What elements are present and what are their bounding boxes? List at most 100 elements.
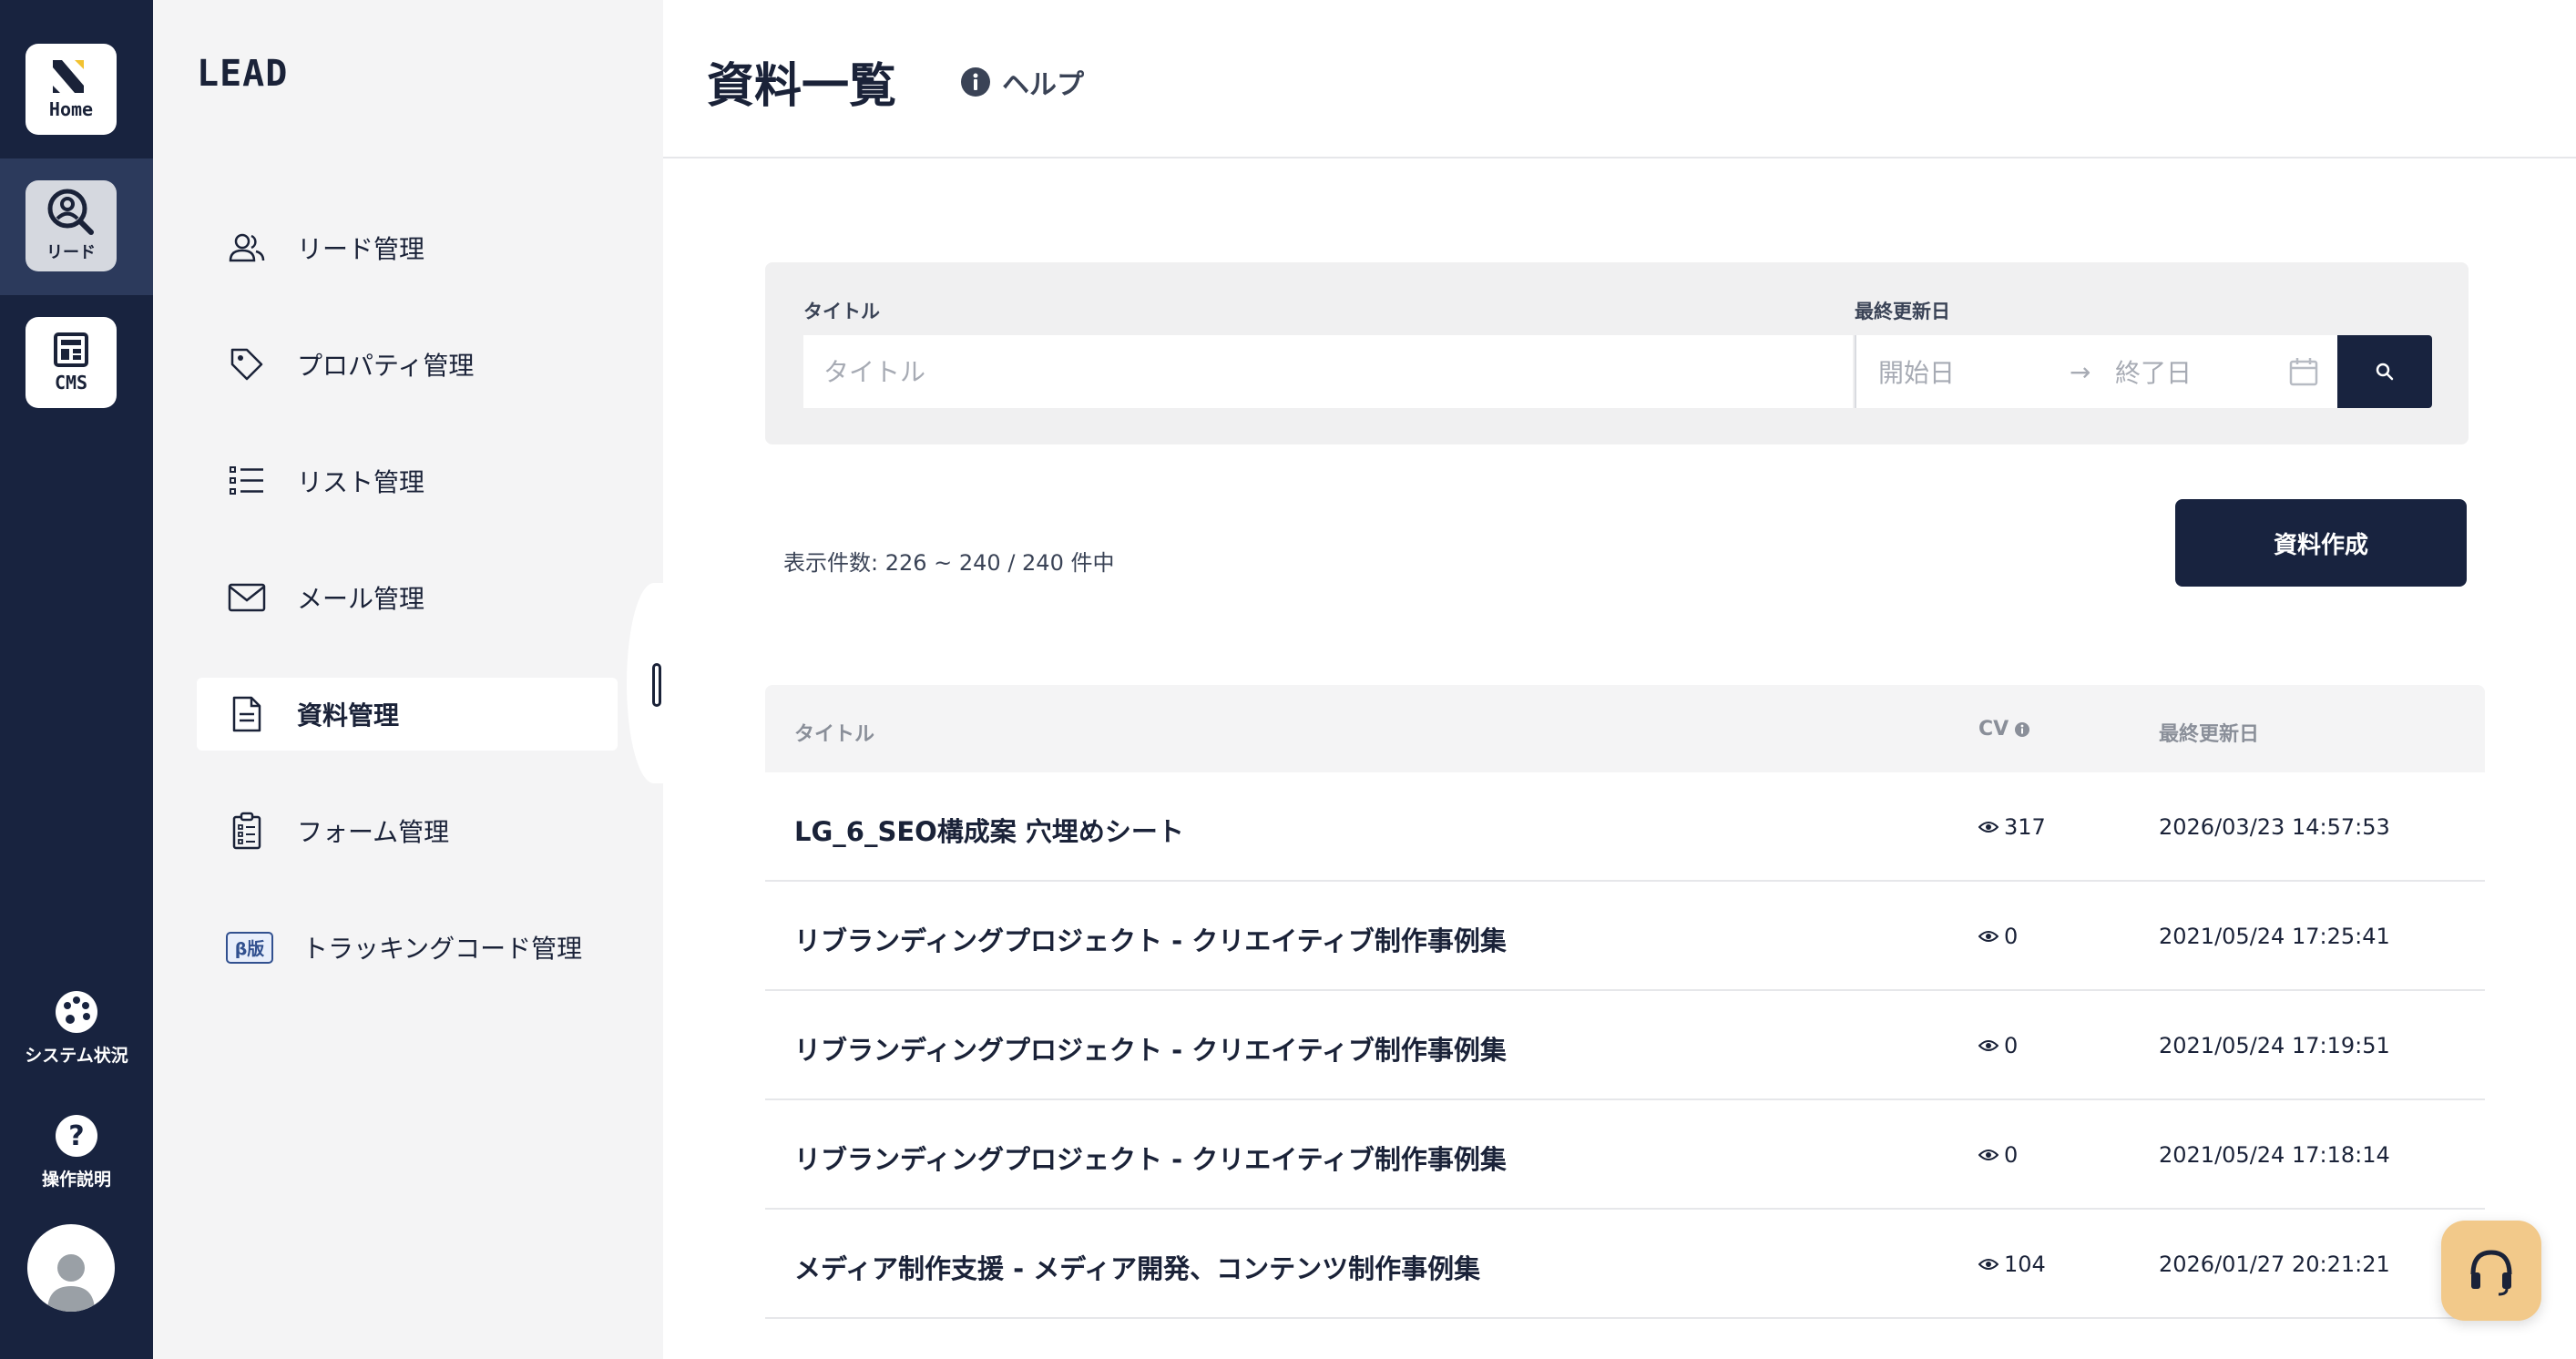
title-filter-label: タイトル [803, 301, 880, 322]
sidebar: LEAD リード管理 プロパティ管理 リスト管理 メール管理 資料管理 フォーム… [153, 0, 663, 1359]
sidebar-header: LEAD [153, 0, 663, 158]
user-avatar[interactable] [27, 1224, 115, 1312]
brand-name: LEAD [197, 53, 289, 95]
support-chat-button[interactable] [2441, 1221, 2541, 1321]
sidebar-item-forms[interactable]: フォーム管理 [197, 794, 618, 867]
cv-count: 104 [1978, 1252, 2046, 1277]
cv-value: 104 [2004, 1252, 2046, 1277]
tag-icon [230, 348, 263, 381]
eye-icon [1978, 822, 1998, 833]
lead-search-icon [47, 189, 94, 235]
beta-badge: β版 [225, 931, 274, 964]
clipboard-icon [232, 812, 261, 850]
updated-date: 2021/05/24 17:19:51 [2159, 1033, 2390, 1058]
sidebar-item-label: フォーム管理 [297, 817, 450, 847]
cv-count: 0 [1978, 1033, 2018, 1058]
sidebar-item-label: リスト管理 [297, 467, 425, 497]
sidebar-nav: リード管理 プロパティ管理 リスト管理 メール管理 資料管理 フォーム管理 β版… [153, 158, 663, 1359]
table-row[interactable]: リブランディングプロジェクト - クリエイティブ制作事例集 0 2021/05/… [765, 1100, 2485, 1210]
table-header: タイトル CV 最終更新日 [765, 685, 2485, 772]
cv-count: 0 [1978, 1142, 2018, 1168]
date-range-picker[interactable]: 開始日 → 終了日 [1855, 335, 2337, 408]
help-link[interactable]: ヘルプ [960, 62, 1084, 102]
info-icon[interactable] [2014, 721, 2030, 738]
cv-value: 0 [2004, 1142, 2019, 1168]
document-title[interactable]: LG_6_SEO構成案 穴埋めシート [794, 811, 1184, 849]
cv-count: 317 [1978, 814, 2046, 840]
sidebar-item-documents[interactable]: 資料管理 [197, 678, 618, 751]
document-title[interactable]: リブランディングプロジェクト - クリエイティブ制作事例集 [794, 920, 1507, 958]
eye-icon [1978, 1259, 1998, 1270]
app-rail: Home リード CMS システム状況 ? 操作説明 [0, 0, 153, 1359]
headset-icon [2470, 1250, 2512, 1296]
system-status-label: システム状況 [25, 1046, 128, 1066]
document-title[interactable]: リブランディングプロジェクト - クリエイティブ制作事例集 [794, 1139, 1507, 1177]
sidebar-collapse-handle[interactable] [652, 663, 661, 707]
sidebar-item-label: トラッキングコード管理 [302, 934, 583, 964]
home-button[interactable]: Home [26, 44, 117, 135]
documents-table: タイトル CV 最終更新日 LG_6_SEO構成案 穴埋めシート 317 202… [765, 685, 2485, 1319]
table-row[interactable]: LG_6_SEO構成案 穴埋めシート 317 2026/03/23 14:57:… [765, 772, 2485, 882]
end-date-field[interactable]: 終了日 [2115, 353, 2288, 390]
title-search-input[interactable] [803, 335, 1853, 408]
range-arrow: → [2070, 356, 2091, 387]
column-header-updated: 最終更新日 [2159, 723, 2260, 746]
document-title[interactable]: メディア制作支援 - メディア開発、コンテンツ制作事例集 [794, 1248, 1480, 1286]
sidebar-item-mail[interactable]: メール管理 [197, 561, 618, 634]
start-date-field[interactable]: 開始日 [1878, 353, 2070, 390]
sidebar-item-lists[interactable]: リスト管理 [197, 444, 618, 517]
result-count: 表示件数: 226 ~ 240 / 240 件中 [783, 550, 1115, 576]
filter-panel: タイトル 最終更新日 開始日 → 終了日 [765, 262, 2469, 444]
users-icon [229, 233, 265, 262]
list-icon [230, 466, 263, 495]
search-button[interactable] [2337, 335, 2432, 408]
manual-button[interactable]: ? 操作説明 [0, 1113, 153, 1190]
palette-icon [56, 991, 97, 1033]
lead-button[interactable]: リード [26, 180, 117, 271]
column-header-title: タイトル [794, 723, 875, 746]
search-icon [2376, 363, 2394, 381]
user-icon [47, 1254, 95, 1312]
home-logo-icon [53, 60, 84, 93]
sidebar-item-leads[interactable]: リード管理 [197, 211, 618, 284]
sidebar-item-label: メール管理 [297, 584, 425, 614]
page-title: 資料一覧 [707, 59, 897, 114]
help-label: ヘルプ [1002, 69, 1084, 101]
document-icon [232, 696, 261, 732]
document-title[interactable]: リブランディングプロジェクト - クリエイティブ制作事例集 [794, 1029, 1507, 1068]
cms-layout-icon [54, 332, 88, 367]
sidebar-item-label: 資料管理 [297, 700, 400, 731]
cms-button[interactable]: CMS [26, 317, 117, 408]
cv-value: 0 [2004, 924, 2019, 949]
lead-label: リード [46, 243, 96, 262]
table-row[interactable]: メディア制作支援 - メディア開発、コンテンツ制作事例集 104 2026/01… [765, 1210, 2485, 1319]
column-header-cv: CV [1978, 718, 2030, 741]
cms-label: CMS [54, 372, 88, 393]
sidebar-item-properties[interactable]: プロパティ管理 [197, 328, 618, 401]
eye-icon [1978, 1150, 1998, 1160]
cv-value: 0 [2004, 1033, 2019, 1058]
page-header: 資料一覧 ヘルプ [663, 0, 2576, 158]
sidebar-item-label: プロパティ管理 [297, 351, 475, 381]
manual-label: 操作説明 [41, 1170, 111, 1190]
mail-icon [228, 583, 266, 612]
updated-date: 2026/03/23 14:57:53 [2159, 814, 2390, 840]
eye-icon [1978, 931, 1998, 942]
home-label: Home [48, 98, 94, 120]
system-status-button[interactable]: システム状況 [0, 989, 153, 1067]
cv-value: 317 [2004, 814, 2046, 840]
create-document-button[interactable]: 資料作成 [2175, 499, 2467, 587]
eye-icon [1978, 1040, 1998, 1051]
sidebar-item-label: リード管理 [297, 234, 425, 264]
svg-text:?: ? [68, 1120, 84, 1152]
updated-date: 2021/05/24 17:25:41 [2159, 924, 2390, 949]
table-row[interactable]: リブランディングプロジェクト - クリエイティブ制作事例集 0 2021/05/… [765, 991, 2485, 1100]
calendar-icon [2289, 358, 2318, 386]
cv-header-label: CV [1978, 718, 2009, 741]
table-row[interactable]: リブランディングプロジェクト - クリエイティブ制作事例集 0 2021/05/… [765, 882, 2485, 991]
question-icon: ? [56, 1115, 97, 1157]
sidebar-item-tracking-code[interactable]: β版 トラッキングコード管理 [197, 911, 618, 984]
updated-date: 2026/01/27 20:21:21 [2159, 1252, 2390, 1277]
info-icon [961, 67, 990, 97]
cv-count: 0 [1978, 924, 2018, 949]
